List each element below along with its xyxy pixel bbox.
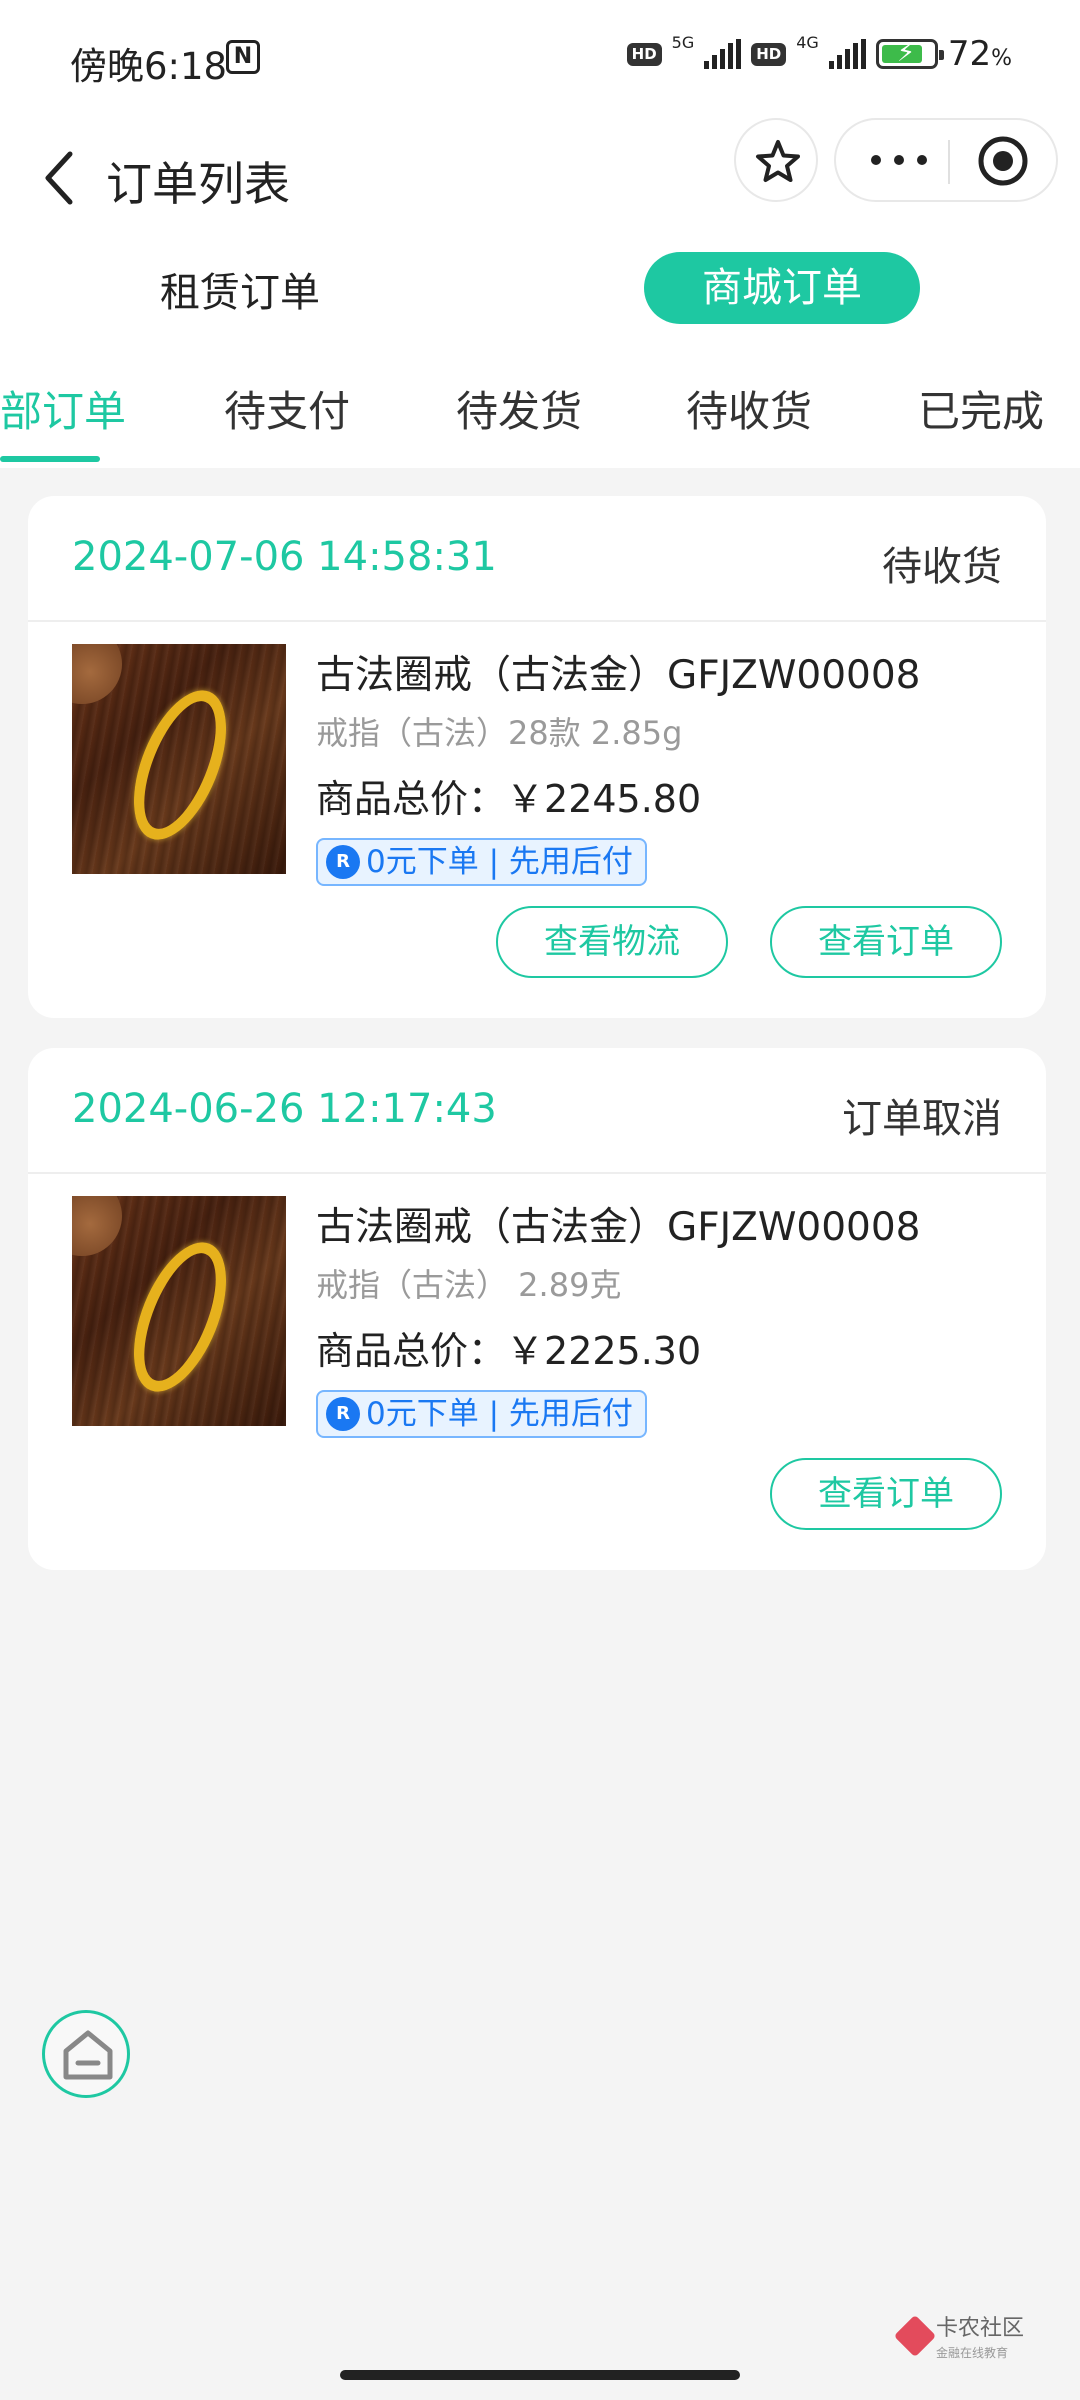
view-order-button[interactable]: 查看订单 (770, 906, 1002, 978)
watermark-logo-icon (893, 2314, 937, 2357)
status-bar: 傍晚6:18 N HD 5G HD 4G ⚡ 72% (0, 0, 1080, 118)
tab-pending-shipment[interactable]: 待发货 (456, 378, 582, 439)
favorite-button[interactable] (734, 118, 818, 202)
mall-orders-tab[interactable]: 商城订单 (644, 252, 920, 324)
order-time: 2024-06-26 12:17:43 (72, 1086, 497, 1132)
home-icon (63, 2030, 113, 2080)
order-status: 订单取消 (842, 1096, 1002, 1142)
watermark-text: 卡农社区 (936, 2316, 1025, 2341)
capsule-divider (948, 140, 950, 184)
home-float-button[interactable] (42, 2010, 130, 2098)
product-total-price: 商品总价：￥2225.30 (316, 1329, 702, 1373)
order-status-tabs: 部订单 待支付 待发货 待收货 已完成 (0, 370, 1080, 468)
order-card[interactable]: 2024-07-06 14:58:31 待收货 古法圈戒（古法金）GFJZW00… (28, 496, 1046, 1018)
product-image[interactable] (72, 644, 286, 874)
product-spec: 戒指（古法）28款 2.85g (316, 714, 683, 752)
view-logistics-button[interactable]: 查看物流 (496, 906, 728, 978)
battery-percent: 72% (947, 34, 1012, 74)
hd-badge: HD (751, 42, 787, 66)
order-card-header: 2024-07-06 14:58:31 待收货 (28, 496, 1046, 622)
order-type-switch: 租赁订单 商城订单 (0, 250, 1080, 326)
tab-completed[interactable]: 已完成 (918, 378, 1044, 439)
back-icon[interactable] (30, 142, 90, 212)
promo-badge: R 0元下单 | 先用后付 (316, 1390, 647, 1438)
tab-pending-payment[interactable]: 待支付 (224, 378, 350, 439)
hd-badge: HD (626, 42, 662, 66)
order-card-header: 2024-06-26 12:17:43 订单取消 (28, 1048, 1046, 1174)
network-type-label: 4G (796, 32, 819, 52)
tab-pending-receipt[interactable]: 待收货 (686, 378, 812, 439)
signal-icon (828, 39, 866, 69)
product-name: 古法圈戒（古法金）GFJZW00008 (316, 653, 921, 698)
badge-icon: R (326, 1397, 360, 1431)
nfc-icon: N (226, 40, 260, 74)
rent-orders-tab[interactable]: 租赁订单 (160, 260, 320, 318)
order-card[interactable]: 2024-06-26 12:17:43 订单取消 古法圈戒（古法金）GFJZW0… (28, 1048, 1046, 1570)
badge-icon: R (326, 845, 360, 879)
product-spec: 戒指（古法） 2.89克 (316, 1266, 622, 1304)
promo-badge: R 0元下单 | 先用后付 (316, 838, 647, 886)
product-name: 古法圈戒（古法金）GFJZW00008 (316, 1205, 921, 1250)
status-right: HD 5G HD 4G ⚡ 72% (626, 32, 1012, 74)
network-type-label: 5G (671, 32, 695, 52)
signal-icon (704, 39, 742, 69)
target-icon[interactable] (976, 134, 1030, 188)
page-title: 订单列表 (106, 157, 290, 211)
tab-all-orders[interactable]: 部订单 (0, 378, 126, 439)
watermark-subtext: 金融在线教育 (936, 2346, 1009, 2360)
status-time: 傍晚6:18 (70, 45, 228, 88)
view-order-button[interactable]: 查看订单 (770, 1458, 1002, 1530)
product-total-price: 商品总价：￥2245.80 (316, 777, 702, 821)
product-image[interactable] (72, 1196, 286, 1426)
order-time: 2024-07-06 14:58:31 (72, 534, 497, 580)
order-status: 待收货 (882, 544, 1002, 590)
watermark: 卡农社区 金融在线教育 (893, 2310, 1025, 2361)
more-icon[interactable] (864, 138, 934, 182)
nav-header: 订单列表 (0, 118, 1080, 238)
mini-program-capsule (834, 118, 1058, 202)
star-icon (756, 140, 800, 182)
gesture-nav-bar[interactable] (340, 2370, 740, 2380)
active-tab-indicator (0, 456, 100, 462)
battery-icon: ⚡ (875, 38, 944, 69)
